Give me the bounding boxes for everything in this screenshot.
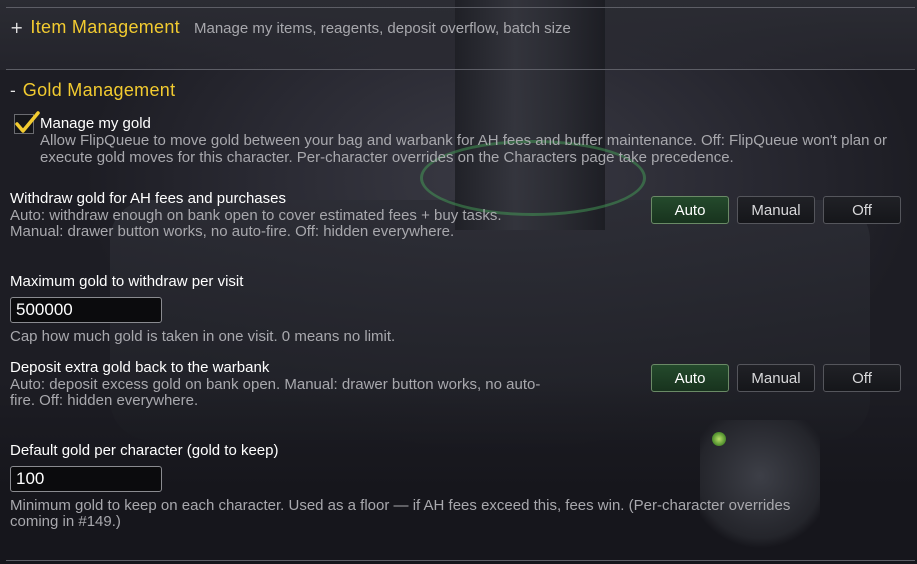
section-title: Gold Management: [22, 80, 176, 100]
divider: [6, 69, 915, 70]
default-gold-description-line1: Minimum gold to keep on each character. …: [10, 497, 791, 514]
manage-gold-checkbox[interactable]: [14, 111, 40, 134]
deposit-auto-button[interactable]: Auto: [651, 364, 729, 392]
deposit-description-line2: fire. Off: hidden everywhere.: [10, 392, 199, 409]
settings-panel: + Item Management Manage my items, reage…: [0, 0, 917, 564]
divider: [6, 560, 915, 561]
deposit-label: Deposit extra gold back to the warbank: [10, 359, 270, 376]
withdraw-label: Withdraw gold for AH fees and purchases: [10, 190, 286, 207]
divider: [6, 7, 915, 8]
max-withdraw-input[interactable]: 500000: [10, 297, 162, 323]
withdraw-mode-selector: Auto Manual Off: [651, 196, 901, 224]
manage-gold-description: Allow FlipQueue to move gold between you…: [40, 132, 887, 166]
deposit-description-line1: Auto: deposit excess gold on bank open. …: [10, 376, 541, 393]
section-description: Manage my items, reagents, deposit overf…: [193, 20, 571, 37]
withdraw-description-line2: Manual: drawer button works, no auto-fir…: [10, 223, 455, 240]
section-title: Item Management: [30, 17, 180, 37]
deposit-mode-selector: Auto Manual Off: [651, 364, 901, 392]
deposit-manual-button[interactable]: Manual: [737, 364, 815, 392]
withdraw-auto-button[interactable]: Auto: [651, 196, 729, 224]
max-withdraw-description: Cap how much gold is taken in one visit.…: [10, 328, 396, 345]
deposit-off-button[interactable]: Off: [823, 364, 901, 392]
withdraw-off-button[interactable]: Off: [823, 196, 901, 224]
item-management-header[interactable]: + Item Management Manage my items, reage…: [10, 17, 571, 38]
checkmark-icon: [15, 111, 40, 133]
default-gold-description-line2: coming in #149.): [10, 513, 121, 530]
gold-management-header[interactable]: - Gold Management: [10, 80, 175, 101]
collapse-icon[interactable]: -: [10, 81, 16, 100]
withdraw-description-line1: Auto: withdraw enough on bank open to co…: [10, 207, 502, 224]
withdraw-manual-button[interactable]: Manual: [737, 196, 815, 224]
default-gold-input[interactable]: 100: [10, 466, 162, 492]
max-withdraw-label: Maximum gold to withdraw per visit: [10, 273, 244, 290]
expand-icon[interactable]: +: [10, 18, 23, 37]
manage-gold-label[interactable]: Manage my gold: [40, 115, 151, 132]
default-gold-label: Default gold per character (gold to keep…: [10, 442, 279, 459]
